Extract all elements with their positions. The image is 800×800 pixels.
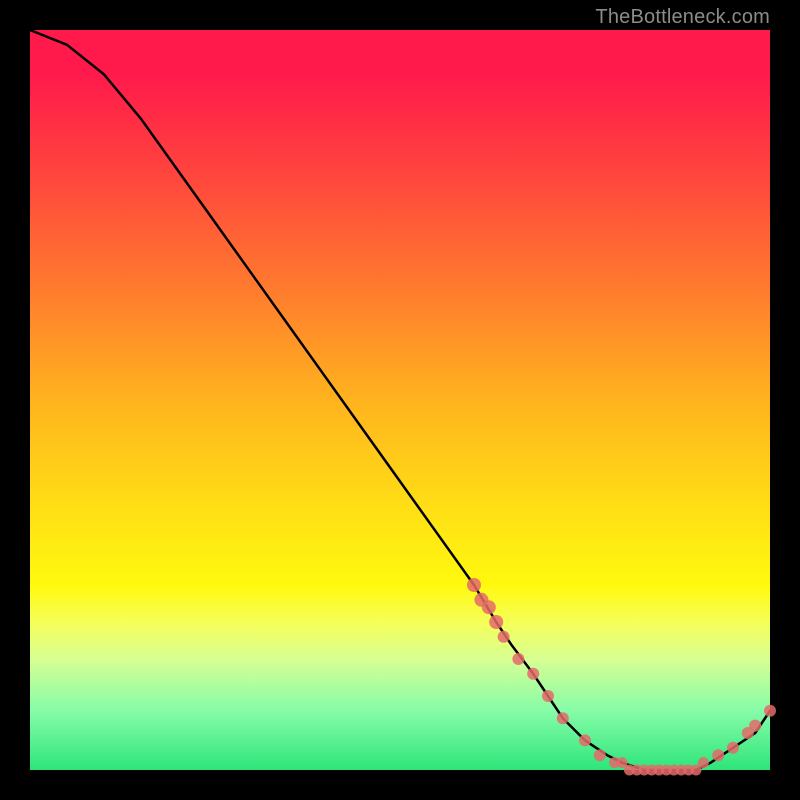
chart-frame: TheBottleneck.com xyxy=(0,0,800,800)
line-series xyxy=(30,30,770,770)
data-marker xyxy=(512,653,524,665)
data-marker xyxy=(542,690,554,702)
plot-area xyxy=(30,30,770,770)
data-marker xyxy=(498,631,510,643)
data-marker xyxy=(727,742,739,754)
data-marker xyxy=(489,615,503,629)
data-marker xyxy=(482,600,496,614)
data-marker xyxy=(557,712,569,724)
data-marker xyxy=(527,668,539,680)
marker-group xyxy=(467,578,776,776)
data-marker xyxy=(764,705,776,717)
attribution-text: TheBottleneck.com xyxy=(595,6,770,29)
chart-svg xyxy=(30,30,770,770)
data-marker xyxy=(698,757,709,768)
data-marker xyxy=(594,749,606,761)
data-marker xyxy=(579,734,591,746)
data-marker xyxy=(712,749,724,761)
data-marker xyxy=(749,720,761,732)
data-marker xyxy=(467,578,481,592)
